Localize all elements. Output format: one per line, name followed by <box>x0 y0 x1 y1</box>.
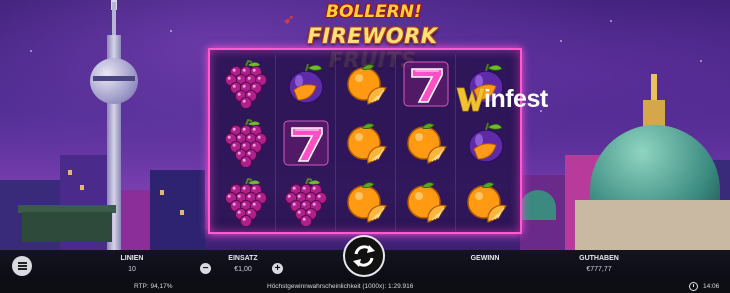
reel-cell <box>336 54 396 113</box>
building <box>150 170 205 250</box>
grapes-symbol-icon <box>284 177 327 226</box>
seven-symbol-icon <box>403 61 448 106</box>
minus-button[interactable]: − <box>200 263 211 274</box>
balance-value: €777,77 <box>586 266 612 273</box>
max-win-probability-text: Höchstgewinnwahrscheinlichkeit (1000x): … <box>267 283 414 290</box>
lines-value: 10 <box>128 266 136 273</box>
brandenburg-gate <box>22 212 112 242</box>
orange-symbol-icon <box>346 122 387 164</box>
game-logo-title: FIREWORK FRUITS <box>307 24 438 72</box>
reel-cell <box>396 54 456 113</box>
menu-button[interactable] <box>12 256 32 276</box>
reel-cell <box>456 113 516 172</box>
win-label: GEWINN <box>470 255 500 262</box>
reel-cell <box>396 113 456 172</box>
plum-symbol-icon <box>287 63 324 104</box>
seven-symbol-icon <box>283 120 328 165</box>
cathedral-base <box>575 200 730 250</box>
reel-cell <box>456 172 516 231</box>
winfest-watermark: infest <box>456 84 548 114</box>
orange-symbol-icon <box>346 63 387 105</box>
stake-label: EINSATZ <box>228 255 258 262</box>
winfest-text: infest <box>484 84 548 113</box>
tv-tower-sphere <box>90 58 138 104</box>
spin-icon <box>353 245 375 267</box>
grapes-symbol-icon <box>224 177 267 226</box>
plum-symbol-icon <box>468 122 504 163</box>
grapes-symbol-icon <box>224 59 267 108</box>
lines-label: LINIEN <box>120 255 144 262</box>
orange-symbol-icon <box>406 122 447 164</box>
plus-icon: + <box>274 263 281 274</box>
reel-cell <box>216 172 276 231</box>
cathedral-cross <box>651 74 657 102</box>
orange-symbol-icon <box>467 181 507 223</box>
reel-cell <box>336 172 396 231</box>
tv-tower-band <box>93 76 135 81</box>
grapes-symbol-icon <box>224 118 267 167</box>
clock-icon <box>689 282 698 291</box>
game-logo-subtitle: BOLLERN! <box>326 2 422 22</box>
balance-label: GUTHABEN <box>579 255 619 262</box>
reel-cell <box>396 172 456 231</box>
reel-frame <box>208 48 522 234</box>
minus-icon: − <box>202 263 209 274</box>
orange-symbol-icon <box>406 181 447 223</box>
orange-symbol-icon <box>346 181 387 223</box>
reel-cell <box>276 54 336 113</box>
reel-cell <box>216 54 276 113</box>
reel-cell <box>276 113 336 172</box>
reel-cell <box>336 113 396 172</box>
stake-value: €1,00 <box>234 266 252 273</box>
reel-grid <box>216 54 516 232</box>
plus-button[interactable]: + <box>272 263 283 274</box>
winfest-w-logo-icon <box>456 87 486 112</box>
small-dome <box>520 190 556 220</box>
reel-cell <box>276 172 336 231</box>
spin-button[interactable] <box>343 235 385 277</box>
menu-icon <box>17 265 27 267</box>
reel-cell <box>216 113 276 172</box>
rtp-text: RTP: 94,17% <box>134 283 173 290</box>
clock-time: 14:06 <box>703 283 720 290</box>
